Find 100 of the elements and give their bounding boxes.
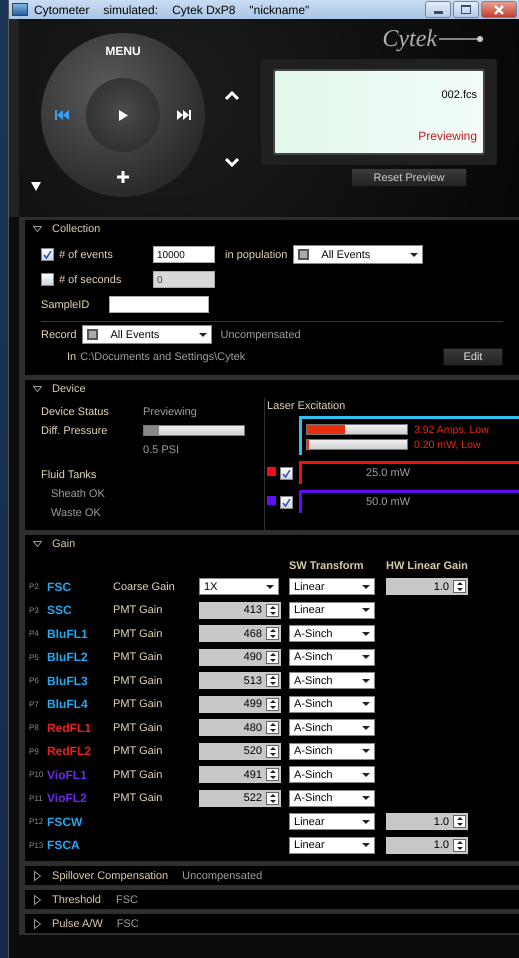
caret-icon bbox=[362, 796, 370, 800]
spin-arrows-icon[interactable] bbox=[266, 698, 279, 711]
edit-button[interactable]: Edit bbox=[443, 348, 503, 366]
section-title[interactable]: Threshold bbox=[52, 894, 102, 906]
spin-arrows-icon[interactable] bbox=[453, 580, 466, 594]
linear-gain-spinner[interactable]: 1.0 bbox=[386, 578, 468, 596]
plus-icon[interactable] bbox=[117, 171, 129, 183]
parameter-number: P6 bbox=[29, 676, 40, 686]
transform-dropdown[interactable]: Linear bbox=[289, 602, 375, 619]
maximize-button[interactable] bbox=[453, 1, 479, 18]
gain-spinner[interactable]: 490 bbox=[199, 648, 281, 666]
app-icon bbox=[12, 3, 28, 16]
pressure-label: Diff. Pressure bbox=[41, 424, 108, 436]
minimize-button[interactable] bbox=[425, 1, 451, 18]
skip-forward-icon[interactable] bbox=[177, 110, 191, 120]
population-dropdown[interactable]: All Events bbox=[293, 245, 424, 264]
checkbox[interactable] bbox=[280, 496, 293, 509]
parameter-number: P9 bbox=[29, 746, 40, 756]
gain-label: PMT Gain bbox=[113, 792, 162, 804]
checkbox[interactable] bbox=[41, 273, 54, 286]
channel-name: VioFL1 bbox=[47, 768, 88, 782]
close-icon bbox=[493, 4, 505, 14]
caret-icon bbox=[362, 632, 370, 636]
expand-triangle-icon[interactable] bbox=[33, 894, 42, 904]
down-triangle-icon[interactable] bbox=[31, 182, 41, 191]
gain-spinner[interactable]: 413 bbox=[199, 602, 281, 619]
pressure-reading: 0.5 PSI bbox=[143, 444, 180, 456]
section-title[interactable]: Collection bbox=[52, 223, 100, 235]
caret-icon bbox=[362, 843, 370, 848]
linear-gain-spinner[interactable]: 1.0 bbox=[386, 836, 468, 854]
expand-triangle-icon[interactable] bbox=[33, 541, 42, 547]
gate-icon bbox=[87, 329, 98, 340]
transform-dropdown[interactable]: A-Sinch bbox=[289, 625, 375, 642]
coarse-gain-dropdown[interactable]: 1X bbox=[199, 578, 279, 596]
sample-id-field[interactable] bbox=[109, 296, 209, 313]
expand-triangle-icon[interactable] bbox=[33, 386, 42, 392]
spin-arrows-icon[interactable] bbox=[453, 815, 466, 828]
expand-triangle-icon[interactable] bbox=[33, 870, 42, 880]
parameter-number: P5 bbox=[29, 652, 40, 662]
section-title[interactable]: Gain bbox=[52, 538, 76, 550]
section-title[interactable]: Pulse A/W bbox=[52, 918, 103, 930]
linear-gain-spinner[interactable]: 1.0 bbox=[386, 813, 468, 830]
section-title[interactable]: Spillover Compensation bbox=[52, 870, 168, 882]
expand-triangle-icon[interactable] bbox=[33, 918, 42, 928]
parameter-number: P7 bbox=[29, 700, 40, 709]
window-title: Cytometer bbox=[34, 2, 90, 16]
events-field[interactable]: 10000 bbox=[153, 246, 215, 263]
gain-label: PMT Gain bbox=[113, 698, 162, 710]
reset-preview-button[interactable]: Reset Preview bbox=[351, 168, 467, 187]
channel-name: FSCA bbox=[47, 838, 81, 852]
transform-dropdown[interactable]: A-Sinch bbox=[289, 696, 375, 713]
logo-beam-icon bbox=[439, 35, 485, 43]
transform-dropdown[interactable]: A-Sinch bbox=[289, 790, 375, 807]
spin-arrows-icon[interactable] bbox=[266, 744, 279, 758]
spin-arrows-icon[interactable] bbox=[266, 768, 279, 782]
close-button[interactable] bbox=[481, 1, 517, 18]
spin-arrows-icon[interactable] bbox=[266, 721, 279, 734]
file-name: 002.fcs bbox=[442, 89, 477, 101]
transform-dropdown[interactable]: A-Sinch bbox=[289, 742, 375, 760]
spin-arrows-icon[interactable] bbox=[266, 792, 279, 805]
gain-spinner[interactable]: 480 bbox=[199, 719, 281, 736]
window-subtitle: Cytek DxP8 bbox=[172, 2, 236, 16]
seconds-field[interactable]: 0 bbox=[153, 271, 215, 288]
channel-name: RedFL1 bbox=[47, 720, 92, 735]
expand-triangle-icon[interactable] bbox=[33, 226, 42, 232]
spin-arrows-icon[interactable] bbox=[266, 604, 279, 617]
chevron-up-icon[interactable] bbox=[225, 91, 239, 100]
spin-arrows-icon[interactable] bbox=[266, 650, 279, 664]
checkbox[interactable] bbox=[280, 467, 293, 480]
parameter-number: P11 bbox=[29, 794, 44, 803]
control-wheel[interactable]: MENU bbox=[41, 33, 205, 197]
device-status-label: Device Status bbox=[41, 406, 110, 418]
record-dropdown[interactable]: All Events bbox=[82, 325, 212, 344]
spin-arrows-icon[interactable] bbox=[266, 627, 279, 640]
spin-arrows-icon[interactable] bbox=[453, 838, 466, 852]
checkbox[interactable] bbox=[41, 248, 54, 261]
sample-id-label: SampleID bbox=[41, 298, 90, 310]
skip-back-icon[interactable] bbox=[55, 110, 69, 120]
transform-dropdown[interactable]: A-Sinch bbox=[289, 766, 375, 784]
transform-dropdown[interactable]: Linear bbox=[289, 836, 375, 854]
caret-icon bbox=[362, 608, 370, 612]
logo-text: Cytek bbox=[382, 26, 437, 52]
transform-dropdown[interactable]: A-Sinch bbox=[289, 672, 375, 690]
gain-spinner[interactable]: 522 bbox=[199, 790, 281, 807]
channel-name: BluFL3 bbox=[47, 674, 89, 688]
gain-spinner[interactable]: 513 bbox=[199, 672, 281, 690]
gain-spinner[interactable]: 468 bbox=[199, 625, 281, 642]
channel-name: RedFL2 bbox=[47, 744, 92, 758]
transform-dropdown[interactable]: A-Sinch bbox=[289, 719, 375, 736]
chevron-down-icon[interactable] bbox=[225, 158, 239, 167]
section-title[interactable]: Device bbox=[52, 383, 86, 395]
gain-spinner[interactable]: 499 bbox=[199, 696, 281, 713]
gain-spinner[interactable]: 520 bbox=[199, 742, 281, 760]
gain-label: PMT Gain bbox=[113, 722, 162, 734]
transform-dropdown[interactable]: Linear bbox=[289, 578, 375, 596]
transform-dropdown[interactable]: Linear bbox=[289, 813, 375, 830]
gain-spinner[interactable]: 491 bbox=[199, 766, 281, 784]
spin-arrows-icon[interactable] bbox=[266, 674, 279, 688]
menu-label[interactable]: MENU bbox=[103, 44, 143, 58]
transform-dropdown[interactable]: A-Sinch bbox=[289, 648, 375, 666]
